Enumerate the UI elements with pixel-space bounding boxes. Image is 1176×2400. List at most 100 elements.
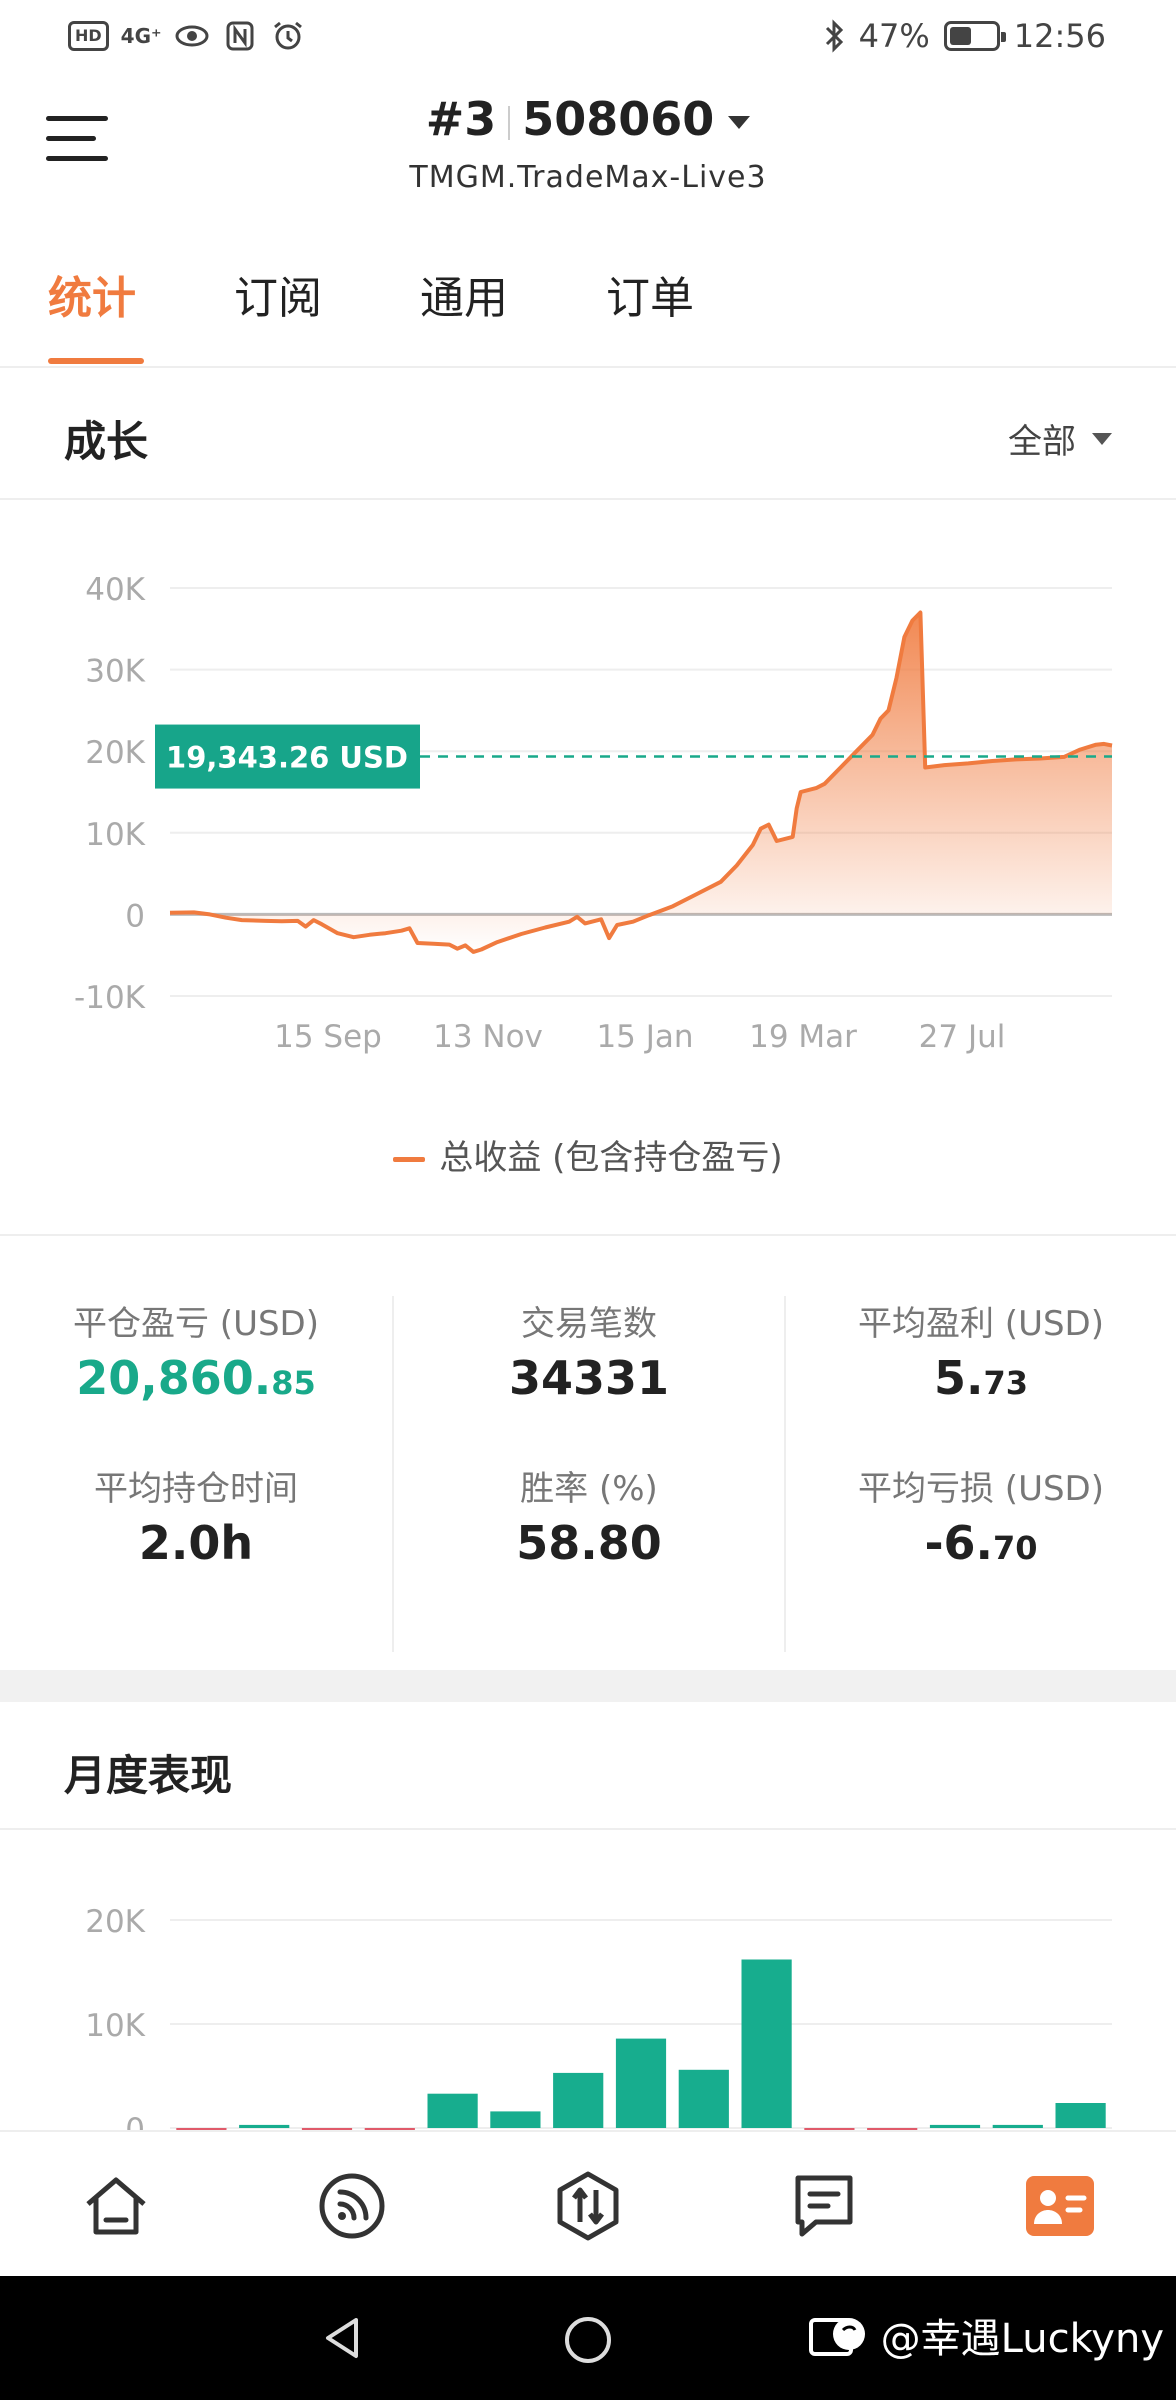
clock: 12:56 <box>1013 17 1106 55</box>
range-label: 全部 <box>1008 422 1076 462</box>
stat-value-decimals: 85 <box>271 1364 316 1402</box>
status-bar: HD 4G⁺ 47% 12:56 <box>0 0 1176 72</box>
server-name: TMGM.TradeMax-Live3 <box>409 160 767 195</box>
monthly-bar <box>929 2124 981 2128</box>
y-tick-label: -10K <box>74 980 146 1016</box>
stat-value-decimals: 70 <box>993 1529 1038 1567</box>
x-tick-label: 15 Sep <box>274 1019 382 1055</box>
monthly-bar-chart[interactable]: 20K 10K 0 <box>0 1830 1176 2130</box>
monthly-title: 月度表现 <box>64 1751 233 1800</box>
trade-icon[interactable] <box>552 2170 624 2242</box>
chevron-down-icon <box>1092 432 1112 445</box>
stat-value-decimals: 73 <box>983 1364 1028 1402</box>
battery-fill <box>949 27 971 45</box>
monthly-bar <box>553 2072 604 2128</box>
stat-value-main: 58.80 <box>516 1516 662 1570</box>
legend-swatch <box>393 1157 426 1162</box>
stat-label: 胜率 (%) <box>520 1469 658 1509</box>
stat-value-main: 20,860. <box>76 1351 272 1405</box>
x-tick-label: 27 Jul <box>919 1019 1006 1055</box>
y-tick-label: 10K <box>85 2008 145 2044</box>
stats-column: 平均盈利 (USD) 5.73 平均亏损 (USD) -6.70 <box>784 1296 1176 1652</box>
stat-label: 交易笔数 <box>521 1304 657 1344</box>
stat-value-main: 2.0h <box>138 1516 254 1570</box>
growth-chart[interactable]: 40K 30K 20K 10K 0 -10K 15 Sep 13 Nov 15 Jan 19 Ma… <box>0 500 1176 1100</box>
x-tick-label: 13 Nov <box>433 1019 543 1055</box>
monthly-header: 月度表现 <box>0 1702 1176 1830</box>
watermark: @幸遇Luckyny <box>808 2306 1164 2364</box>
monthly-bar <box>678 2069 729 2128</box>
account-card-icon[interactable] <box>1024 2170 1096 2242</box>
growth-title: 成长 <box>64 417 149 466</box>
stat-label: 平均盈利 (USD) <box>858 1304 1104 1344</box>
stats-panel: 平仓盈亏 (USD) 20,860.85 平均持仓时间 2.0h 交易笔数 34… <box>0 1236 1176 1670</box>
account-number: 508060 <box>522 92 715 146</box>
monthly-bar <box>1055 2103 1106 2128</box>
back-icon[interactable] <box>318 2314 366 2362</box>
monthly-bar <box>490 2111 541 2128</box>
tab-orders[interactable]: 订单 <box>606 262 694 326</box>
growth-chart-panel: 40K 30K 20K 10K 0 -10K 15 Sep 13 Nov 15 Jan 19 Ma… <box>0 500 1176 1236</box>
monthly-bar <box>741 1959 792 2128</box>
battery-percent: 47% <box>858 17 930 55</box>
chevron-down-icon <box>728 116 751 129</box>
status-right: 47% 12:56 <box>823 16 1106 56</box>
stats-column: 平仓盈亏 (USD) 20,860.85 平均持仓时间 2.0h <box>0 1296 392 1652</box>
stat-value: 5.73 <box>786 1351 1176 1411</box>
stat-value: 2.0h <box>0 1516 392 1576</box>
tab-bar: 统计 订阅 通用 订单 <box>0 216 1176 368</box>
monthly-bar <box>615 2038 667 2128</box>
tab-general[interactable]: 通用 <box>420 262 508 326</box>
tab-subscribe[interactable]: 订阅 <box>234 262 322 326</box>
stat-value-main: 34331 <box>508 1351 670 1405</box>
monthly-chart-panel: 20K 10K 0 <box>0 1830 1176 2130</box>
account-separator <box>508 105 511 140</box>
tab-statistics[interactable]: 统计 <box>48 262 136 326</box>
y-tick-label: 30K <box>85 654 145 690</box>
account-selector[interactable]: #3 508060 <box>0 92 1176 146</box>
range-dropdown[interactable]: 全部 <box>1008 414 1112 463</box>
nfc-icon <box>226 21 254 51</box>
eye-icon <box>175 25 209 47</box>
stat-label: 平仓盈亏 (USD) <box>73 1304 319 1344</box>
stat-label: 平均亏损 (USD) <box>858 1469 1104 1509</box>
bottom-nav <box>0 2130 1176 2276</box>
messages-icon[interactable] <box>788 2170 860 2242</box>
cell-signal-icon: 4G⁺ <box>120 24 162 48</box>
system-nav-bar: @幸遇Luckyny <box>0 2276 1176 2400</box>
y-tick-label: 0 <box>125 2112 145 2130</box>
weibo-logo-icon <box>808 2318 865 2356</box>
stat-value: 58.80 <box>394 1516 784 1576</box>
alarm-icon <box>273 21 302 50</box>
battery-icon <box>943 21 1006 51</box>
x-tick-label: 15 Jan <box>596 1019 693 1055</box>
app-bar: #3 508060 TMGM.TradeMax-Live3 <box>0 72 1176 216</box>
y-tick-label: 20K <box>85 1904 145 1940</box>
y-tick-label: 0 <box>125 898 145 934</box>
stats-column: 交易笔数 34331 胜率 (%) 58.80 <box>392 1296 784 1652</box>
stat-value: 34331 <box>394 1351 784 1411</box>
stat-value-main: -6. <box>924 1516 994 1570</box>
stat-label: 平均持仓时间 <box>94 1469 298 1509</box>
x-tick-label: 19 Mar <box>749 1019 857 1055</box>
legend-label: 总收益 (包含持仓盈亏) <box>439 1138 783 1178</box>
home-circle-icon[interactable] <box>562 2314 614 2366</box>
monthly-bar <box>427 2093 478 2128</box>
y-tick-label: 10K <box>85 817 145 853</box>
status-left: HD 4G⁺ <box>68 16 306 56</box>
hd-badge: HD <box>68 21 109 51</box>
signal-feed-icon[interactable] <box>316 2170 388 2242</box>
account-index: #3 <box>425 92 497 146</box>
y-tick-label: 20K <box>85 735 145 771</box>
stat-value: 20,860.85 <box>0 1351 392 1411</box>
section-gap <box>0 1670 1176 1702</box>
stat-value: -6.70 <box>786 1516 1176 1576</box>
growth-legend: 总收益 (包含持仓盈亏) <box>0 1130 1176 1179</box>
monthly-bar <box>992 2124 1043 2128</box>
growth-header: 成长 全部 <box>0 368 1176 500</box>
y-tick-label: 40K <box>85 572 145 608</box>
stat-value-main: 5. <box>933 1351 984 1405</box>
tab-indicator <box>48 358 144 364</box>
bluetooth-icon <box>825 19 843 53</box>
home-icon[interactable] <box>80 2170 152 2242</box>
